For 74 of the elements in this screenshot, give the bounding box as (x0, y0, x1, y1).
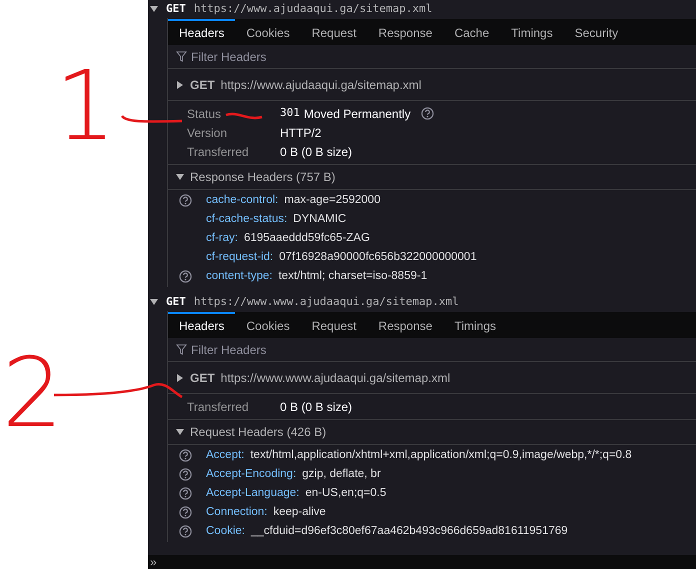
header-value: text/html; charset=iso-8859-1 (278, 268, 428, 284)
status-code: 301 (280, 105, 300, 122)
tab[interactable]: Cookies (235, 19, 301, 45)
header-value: max-age=2592000 (284, 192, 380, 208)
header-value: gzip, deflate, br (302, 466, 381, 482)
field-value: Moved Permanently (304, 106, 411, 122)
expand-arrow-icon[interactable] (176, 80, 184, 88)
section-title: Response Headers (757 B) (190, 169, 336, 186)
section-title: Request Headers (426 B) (190, 424, 326, 441)
help-icon[interactable] (179, 194, 192, 207)
filter-icon (176, 51, 187, 62)
header-name: cf-cache-status: (206, 212, 288, 227)
summary-method: GET (190, 76, 215, 94)
console-input[interactable]: » (148, 555, 696, 569)
collapse-arrow-icon[interactable] (150, 5, 158, 13)
request-method: GET (166, 294, 186, 310)
help-icon[interactable] (179, 468, 192, 481)
field-value: 0 B (0 B size) (280, 398, 352, 416)
collapse-arrow-icon[interactable] (176, 428, 184, 436)
request-url: https://www.www.ajudaaqui.ga/sitemap.xml (194, 294, 459, 310)
field-label: Transferred (187, 144, 249, 160)
expand-arrow-icon[interactable] (176, 374, 184, 382)
help-icon[interactable] (179, 506, 192, 519)
header-name: cache-control: (206, 192, 278, 208)
request-url: https://www.ajudaaqui.ga/sitemap.xml (194, 0, 432, 17)
help-icon[interactable] (179, 525, 192, 538)
field-label: Version (187, 124, 228, 142)
header-value: text/html,application/xhtml+xml,application/xml;q=0.9,image/webp,*/*;q=0.8 (250, 448, 632, 463)
tab[interactable]: Timings (443, 312, 508, 338)
field-label: Status (187, 106, 222, 122)
help-icon[interactable] (179, 487, 192, 500)
annotation-number: 2 (2, 345, 64, 441)
field-value: HTTP/2 (280, 124, 322, 142)
header-name: Accept-Encoding: (206, 466, 296, 482)
tab[interactable]: Request (300, 19, 368, 45)
header-value: keep-alive (273, 504, 326, 520)
header-name: Accept-Language: (206, 486, 300, 501)
header-name: cf-ray: (206, 230, 238, 246)
header-value: DYNAMIC (293, 212, 346, 227)
tab[interactable]: Response (367, 19, 444, 45)
annotation-number: 1 (55, 58, 116, 154)
tab[interactable]: Headers (168, 19, 236, 45)
header-value: 07f16928a90000fc656b322000000001 (279, 250, 477, 265)
summary-url: https://www.www.ajudaaqui.ga/sitemap.xml (220, 370, 450, 386)
request-method: GET (166, 0, 186, 17)
header-name: Cookie: (206, 524, 245, 539)
header-value: 6195aaeddd59fc65-ZAG (244, 230, 370, 246)
summary-method: GET (190, 370, 215, 386)
help-icon[interactable] (420, 107, 434, 120)
help-icon[interactable] (179, 270, 192, 283)
help-icon[interactable] (179, 449, 192, 462)
collapse-arrow-icon[interactable] (150, 298, 158, 306)
header-name: cf-request-id: (206, 250, 274, 265)
field-label: Transferred (187, 398, 249, 416)
header-value: __cfduid=d96ef3c80ef67aa462b493c966d659ad81611951769 (251, 524, 568, 539)
header-value: en-US,en;q=0.5 (305, 486, 386, 501)
tab[interactable]: Headers (168, 312, 236, 338)
tab[interactable]: Cookies (235, 312, 301, 338)
summary-url: https://www.ajudaaqui.ga/sitemap.xml (220, 76, 422, 94)
header-name: content-type: (206, 268, 272, 284)
header-name: Accept: (206, 448, 244, 463)
filter-field[interactable]: Filter Headers (191, 48, 391, 66)
field-value: 0 B (0 B size) (280, 144, 352, 160)
tab[interactable]: Security (564, 19, 630, 45)
collapse-arrow-icon[interactable] (176, 173, 184, 181)
header-name: Connection: (206, 504, 268, 520)
tab[interactable]: Request (300, 312, 368, 338)
tab[interactable]: Timings (500, 19, 564, 45)
filter-icon (176, 344, 187, 355)
filter-field[interactable]: Filter Headers (191, 340, 391, 358)
annotation-line (121, 115, 182, 123)
annotation-line (226, 112, 262, 120)
tab[interactable]: Cache (443, 19, 500, 45)
tab[interactable]: Response (367, 312, 444, 338)
